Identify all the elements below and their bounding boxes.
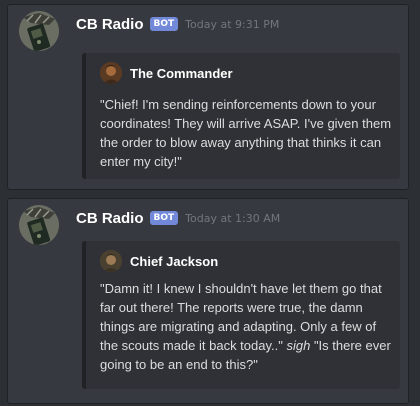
username[interactable]: CB Radio	[76, 16, 144, 33]
bot-tag: BOT	[149, 210, 179, 225]
timestamp[interactable]: Today at 9:31 PM	[185, 18, 279, 31]
embed-description: "Damn it! I knew I shouldn't have let th…	[100, 279, 394, 374]
chief-portrait-icon	[100, 250, 122, 272]
username[interactable]: CB Radio	[76, 210, 144, 227]
timestamp[interactable]: Today at 1:30 AM	[185, 212, 280, 225]
embed: Chief Jackson "Damn it! I knew I shouldn…	[82, 241, 400, 389]
radio-avatar-icon[interactable]	[19, 205, 59, 245]
message-header: CB Radio BOT Today at 9:31 PM	[76, 16, 279, 33]
embed-author: The Commander	[100, 62, 233, 84]
radio-avatar-icon[interactable]	[19, 11, 59, 51]
embed-author: Chief Jackson	[100, 250, 218, 272]
message: CB Radio BOT Today at 9:31 PM The Comman…	[7, 4, 409, 190]
embed: The Commander "Chief! I'm sending reinfo…	[82, 53, 400, 179]
commander-portrait-icon	[100, 62, 122, 84]
description-italic: sigh	[286, 338, 311, 353]
message: CB Radio BOT Today at 1:30 AM Chief Jack…	[7, 198, 409, 404]
embed-author-name: Chief Jackson	[130, 253, 219, 269]
embed-author-name: The Commander	[130, 65, 233, 81]
message-header: CB Radio BOT Today at 1:30 AM	[76, 210, 280, 227]
bot-tag: BOT	[149, 16, 179, 31]
embed-description: "Chief! I'm sending reinforcements down …	[100, 97, 392, 169]
